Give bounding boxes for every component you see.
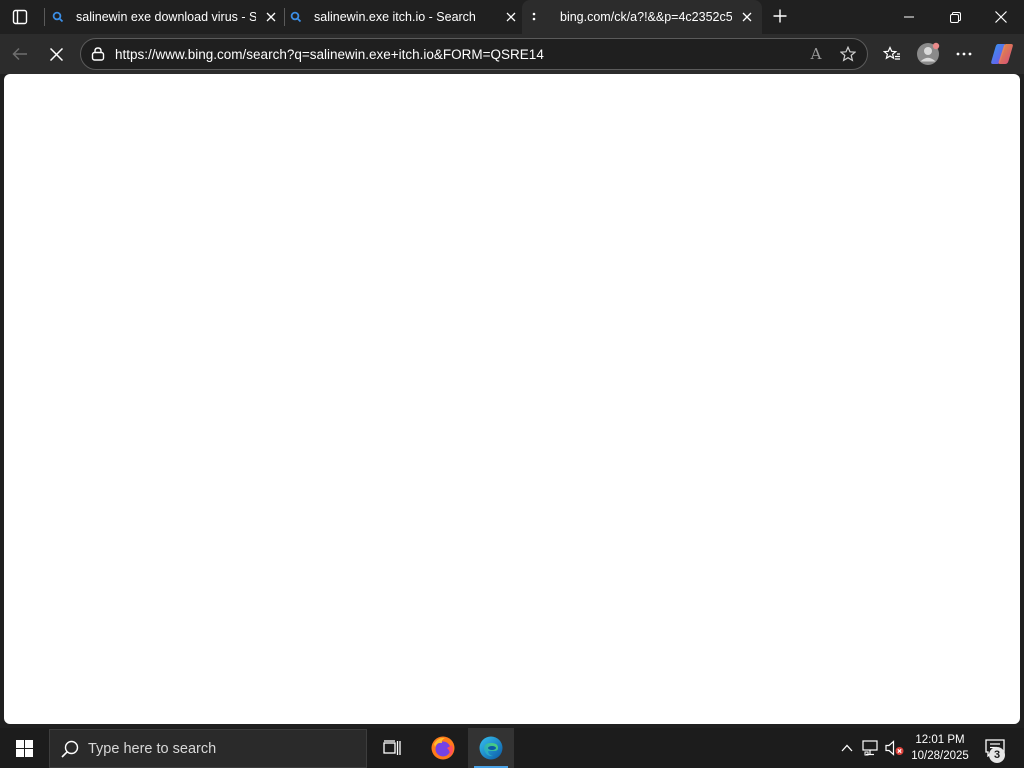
start-button[interactable]	[0, 728, 48, 768]
tab-close-button[interactable]	[262, 8, 280, 26]
minimize-button[interactable]	[886, 0, 932, 34]
search-icon	[60, 739, 80, 759]
stop-loading-button[interactable]	[42, 40, 70, 68]
tab-salinewin-download[interactable]: salinewin exe download virus - Se	[52, 0, 280, 34]
tab-separator	[284, 8, 285, 26]
read-aloud-button[interactable]: A	[803, 41, 829, 67]
tab-strip: salinewin exe download virus - Se saline…	[0, 0, 1024, 34]
back-arrow-icon	[12, 47, 27, 61]
system-clock[interactable]: 12:01 PM 10/28/2025	[906, 730, 974, 766]
show-hidden-icons-button[interactable]	[836, 728, 858, 768]
profile-button[interactable]	[914, 40, 942, 68]
close-icon	[266, 12, 276, 22]
tab-actions-button[interactable]	[6, 4, 34, 30]
favorites-icon	[883, 46, 900, 60]
tab-close-button[interactable]	[502, 8, 520, 26]
chevron-up-icon	[841, 744, 853, 752]
favorites-button[interactable]	[878, 40, 906, 68]
tab-actions-icon	[12, 9, 28, 25]
taskbar-search-placeholder: Type here to search	[88, 740, 217, 757]
search-icon	[290, 11, 302, 23]
site-info-icon[interactable]	[91, 47, 105, 61]
close-icon	[49, 47, 63, 61]
web-page-viewport[interactable]	[4, 74, 1020, 724]
volume-muted-icon	[885, 740, 904, 756]
network-status-button[interactable]	[860, 728, 882, 768]
clock-time: 12:01 PM	[915, 734, 965, 746]
more-dots-icon	[956, 52, 972, 56]
search-icon	[52, 11, 64, 23]
edge-icon	[479, 736, 503, 760]
windows-logo-icon	[15, 739, 33, 757]
tab-title: salinewin.exe itch.io - Search	[314, 10, 476, 24]
taskbar-search-box[interactable]: Type here to search	[49, 729, 367, 768]
add-favorite-button[interactable]	[835, 41, 861, 67]
tab-title: salinewin exe download virus - Se	[76, 10, 256, 24]
loading-dots-icon	[528, 11, 540, 23]
clock-date: 10/28/2025	[911, 750, 969, 762]
firefox-icon	[431, 736, 455, 760]
task-view-button[interactable]	[369, 728, 415, 768]
plus-icon	[773, 9, 787, 23]
back-button[interactable]	[6, 40, 34, 68]
browser-toolbar: https://www.bing.com/search?q=salinewin.…	[0, 34, 1024, 74]
tab-close-button[interactable]	[738, 8, 756, 26]
star-icon	[840, 46, 856, 62]
close-icon	[742, 12, 752, 22]
task-view-icon	[383, 740, 401, 755]
address-bar[interactable]: https://www.bing.com/search?q=salinewin.…	[80, 38, 868, 70]
tab-bing-redirect[interactable]: bing.com/ck/a?!&&p=4c2352c50	[522, 0, 762, 34]
restore-button[interactable]	[932, 0, 978, 34]
tab-title: bing.com/ck/a?!&&p=4c2352c50	[560, 10, 732, 24]
volume-button[interactable]	[884, 728, 906, 768]
taskbar-edge[interactable]	[468, 728, 514, 768]
notification-count-badge: 3	[989, 747, 1005, 763]
tab-separator	[44, 8, 45, 26]
network-icon	[862, 740, 878, 756]
copilot-icon	[991, 44, 1013, 64]
copilot-button[interactable]	[988, 40, 1016, 68]
windows-taskbar: Type here to search 12:01 PM 10/28/2025	[0, 728, 1024, 768]
taskbar-firefox[interactable]	[420, 728, 466, 768]
close-icon	[506, 12, 516, 22]
new-tab-button[interactable]	[768, 4, 792, 28]
restore-icon	[949, 11, 961, 23]
minimize-icon	[904, 16, 914, 18]
settings-more-button[interactable]	[950, 40, 978, 68]
read-aloud-icon: A	[810, 45, 822, 63]
tab-salinewin-itchio[interactable]: salinewin.exe itch.io - Search	[290, 0, 520, 34]
close-icon	[995, 11, 1007, 23]
avatar-icon	[917, 42, 940, 65]
address-url[interactable]: https://www.bing.com/search?q=salinewin.…	[115, 47, 803, 62]
close-window-button[interactable]	[978, 0, 1024, 34]
